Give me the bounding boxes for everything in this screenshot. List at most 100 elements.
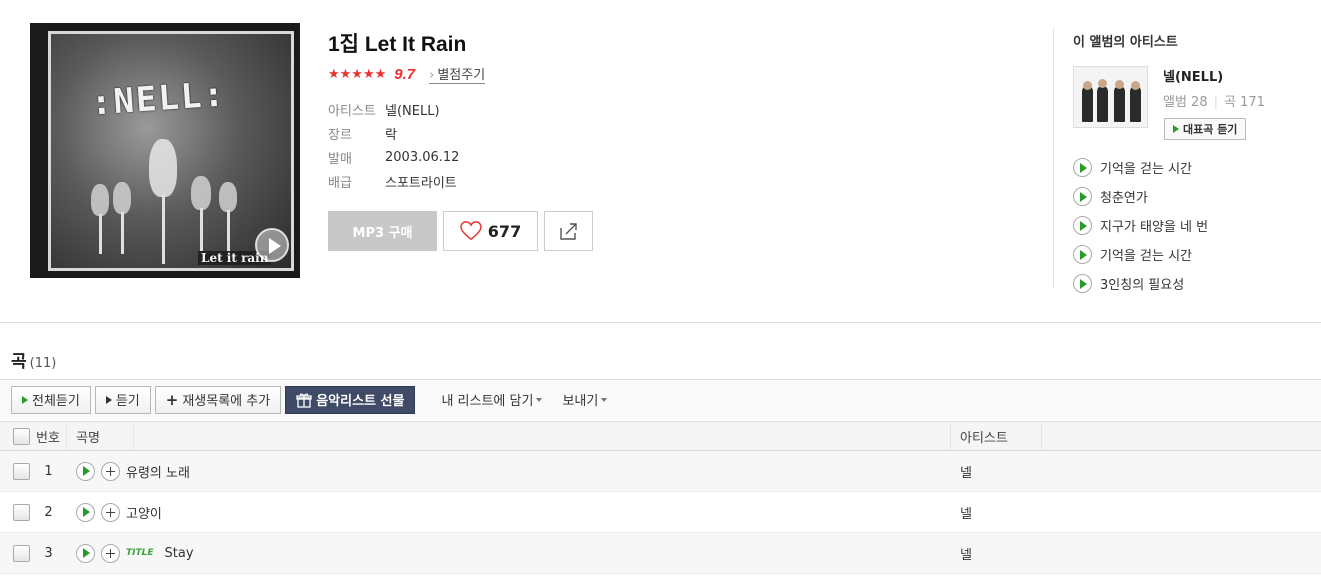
chevron-down-icon (536, 397, 543, 402)
star-rating-icon: ★★★★★ (328, 66, 387, 82)
songs-count: (11) (29, 356, 57, 371)
info-label: 장르 (328, 127, 352, 143)
artist-album-count: 앨범 28 (1163, 95, 1208, 110)
artist-photo-head (1131, 81, 1140, 90)
info-value-genre: 락 (385, 127, 397, 143)
album-art-logo: :NELL: (89, 74, 228, 124)
info-label: 아티스트 (328, 103, 376, 119)
play-all-button[interactable]: 전체듣기 (11, 385, 91, 414)
album-art-figure (113, 182, 131, 214)
add-icon[interactable] (101, 461, 120, 481)
album-info: 아티스트 넬(NELL) 장르 락 발매 2003.06.12 배급 스포트라이… (328, 97, 459, 193)
artist-panel-heading: 이 앨범의 아티스트 (1073, 35, 1178, 50)
row-checkbox[interactable] (13, 544, 30, 562)
rep-song-title[interactable]: 기억을 걷는 시간 (1100, 158, 1192, 177)
gift-label: 음악리스트 선물 (316, 394, 405, 409)
rating-score: 9.7 (394, 65, 416, 83)
row-title-cell: 유령의 노래 (67, 451, 951, 491)
album-cover[interactable]: :NELL: Let it rain (30, 23, 300, 278)
row-artist[interactable]: 넬 (951, 451, 972, 491)
rep-song-item[interactable]: 청춘연가 (1073, 182, 1208, 211)
album-art-figure (191, 176, 211, 210)
play-icon[interactable] (1073, 245, 1092, 264)
select-all-checkbox[interactable] (13, 427, 30, 445)
album-art-stem (99, 214, 102, 254)
gift-music-list-button[interactable]: 음악리스트 선물 (285, 385, 416, 414)
row-artist[interactable]: 넬 (951, 492, 972, 532)
table-row[interactable]: 2 고양이 넬 (0, 492, 1321, 533)
table-row[interactable]: 3 TITLE Stay 넬 (0, 533, 1321, 574)
album-art-stem (227, 210, 230, 254)
column-num: 번호 (30, 422, 67, 450)
song-title[interactable]: 유령의 노래 (126, 462, 190, 481)
column-artist[interactable]: 아티스트 (951, 422, 1042, 450)
cover-play-icon[interactable] (255, 228, 289, 262)
songs-section-title: 곡 (11) (11, 347, 56, 372)
song-title[interactable]: Stay (165, 546, 194, 561)
info-label: 발매 (328, 151, 352, 167)
mp3-buy-button[interactable]: MP3 구매 (328, 211, 437, 251)
play-icon[interactable] (76, 543, 95, 563)
album-art-figure (149, 139, 177, 197)
rep-song-item[interactable]: 지구가 태양을 네 번 (1073, 211, 1208, 240)
rep-song-title[interactable]: 3인칭의 필요성 (1100, 274, 1184, 293)
table-row[interactable]: 1 유령의 노래 넬 (0, 451, 1321, 492)
rep-song-item[interactable]: 기억을 걷는 시간 (1073, 240, 1208, 269)
info-value-artist[interactable]: 넬(NELL) (385, 100, 440, 119)
row-checkbox-cell (0, 451, 30, 491)
share-button[interactable] (544, 211, 593, 251)
artist-photo[interactable] (1073, 66, 1148, 128)
song-title[interactable]: 고양이 (126, 503, 162, 522)
songs-toolbar: 전체듣기 듣기 + 재생목록에 추가 음악리스트 선물 내 리스트에 담기 보내기 (0, 379, 1321, 419)
play-icon[interactable] (1073, 158, 1092, 177)
column-title[interactable]: 곡명 (67, 422, 134, 450)
row-checkbox[interactable] (13, 503, 30, 521)
songs-title: 곡 (11, 352, 27, 372)
like-count: 677 (487, 221, 522, 241)
rep-song-title[interactable]: 기억을 걷는 시간 (1100, 245, 1192, 264)
row-title-cell: TITLE Stay (67, 533, 951, 573)
send-label: 보내기 (562, 394, 599, 409)
representative-songs-label: 대표곡 듣기 (1183, 123, 1238, 136)
row-checkbox[interactable] (13, 462, 30, 480)
artist-photo-person (1097, 86, 1108, 122)
info-label: 배급 (328, 175, 352, 191)
row-artist[interactable]: 넬 (951, 533, 972, 573)
rate-album-link[interactable]: 별점주기 (429, 64, 486, 84)
rep-song-item[interactable]: 3인칭의 필요성 (1073, 269, 1208, 298)
row-checkbox-cell (0, 533, 30, 573)
play-icon[interactable] (76, 502, 95, 522)
artist-photo-person (1082, 86, 1093, 122)
send-dropdown[interactable]: 보내기 (562, 390, 608, 409)
info-row-artist: 아티스트 넬(NELL) (328, 97, 459, 121)
row-checkbox-cell (0, 492, 30, 532)
artist-name[interactable]: 넬(NELL) (1163, 66, 1223, 85)
play-icon[interactable] (76, 461, 95, 481)
representative-songs-button[interactable]: 대표곡 듣기 (1164, 118, 1247, 140)
album-art-figure (219, 182, 237, 212)
add-icon[interactable] (101, 502, 120, 522)
heart-icon (460, 221, 482, 241)
artist-panel: 이 앨범의 아티스트 넬(NELL) 앨범 28 | 곡 171 대표곡 듣기 기억… (1053, 28, 1321, 293)
play-icon[interactable] (1073, 216, 1092, 235)
play-icon[interactable] (1073, 274, 1092, 293)
column-spacer (134, 422, 951, 450)
add-to-playlist-button[interactable]: + 재생목록에 추가 (154, 385, 282, 414)
share-icon (559, 223, 577, 240)
play-icon[interactable] (1073, 187, 1092, 206)
like-button[interactable]: 677 (443, 211, 538, 251)
representative-song-list: 기억을 걷는 시간 청춘연가 지구가 태양을 네 번 기억을 걷는 시간 3인칭… (1073, 153, 1208, 298)
add-playlist-label: 재생목록에 추가 (182, 394, 271, 409)
album-art-figure (91, 184, 109, 216)
artist-song-count: 곡 171 (1224, 95, 1265, 110)
title-track-badge: TITLE (126, 548, 154, 558)
album-title: 1집 Let It Rain (328, 33, 467, 56)
rep-song-title[interactable]: 청춘연가 (1100, 187, 1148, 206)
rep-song-title[interactable]: 지구가 태양을 네 번 (1100, 216, 1208, 235)
add-icon[interactable] (101, 543, 120, 563)
info-row-release: 발매 2003.06.12 (328, 145, 459, 169)
rep-song-item[interactable]: 기억을 걷는 시간 (1073, 153, 1208, 182)
songs-table-header: 번호 곡명 아티스트 (0, 421, 1321, 451)
save-to-my-list-dropdown[interactable]: 내 리스트에 담기 (441, 390, 543, 409)
play-selected-button[interactable]: 듣기 (94, 385, 151, 414)
